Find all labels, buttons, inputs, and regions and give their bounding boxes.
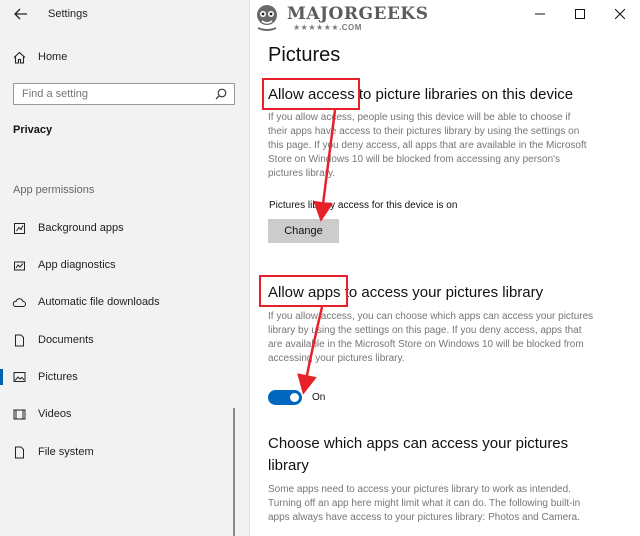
access-device-description: If you allow access, people using this d… — [268, 111, 628, 181]
description-line: Store on Windows 10 will be blocked from… — [268, 154, 561, 165]
logo-text: MAJORGEEKS — [287, 4, 429, 24]
device-access-status: Pictures library access for this device … — [269, 200, 458, 211]
annotation-highlight-box — [262, 78, 360, 110]
allow-apps-toggle[interactable] — [268, 390, 302, 405]
description-line: Some apps need to access your pictures l… — [268, 484, 571, 495]
videos-icon — [12, 407, 26, 421]
window-title: Settings — [48, 8, 88, 20]
sidebar-item-automatic-file-downloads[interactable]: Automatic file downloads — [0, 291, 249, 313]
minimize-icon — [535, 13, 545, 15]
app-diagnostics-icon — [12, 258, 26, 272]
sidebar-item-videos[interactable]: Videos — [0, 403, 249, 425]
search-box[interactable] — [13, 83, 235, 105]
sidebar-item-app-diagnostics[interactable]: App diagnostics — [0, 254, 249, 276]
close-button[interactable] — [600, 0, 640, 28]
maximize-icon — [575, 9, 585, 19]
group-label: App permissions — [13, 184, 95, 196]
file-system-icon — [12, 445, 26, 459]
minimize-button[interactable] — [520, 0, 560, 28]
home-icon — [12, 50, 26, 64]
toggle-state-label: On — [312, 392, 326, 403]
logo-subtext: ★★★★★★.COM — [293, 23, 362, 32]
document-icon — [12, 333, 26, 347]
back-button[interactable] — [10, 3, 32, 25]
sidebar-item-label: File system — [38, 446, 94, 458]
background-apps-icon — [12, 221, 26, 235]
title-bar: Settings — [0, 0, 249, 30]
description-line: library by using the settings on this pa… — [268, 325, 582, 336]
sidebar: Settings Home Privacy App permissions Ba… — [0, 0, 250, 536]
majorgeeks-logo-icon — [257, 5, 277, 31]
allow-apps-description: If you allow access, you can choose whic… — [268, 310, 628, 366]
section-heading: Privacy — [13, 124, 53, 136]
pictures-icon — [12, 370, 26, 384]
sidebar-item-label: Pictures — [38, 371, 78, 383]
choose-apps-heading-line1: Choose which apps can access your pictur… — [268, 435, 569, 452]
sidebar-item-documents[interactable]: Documents — [0, 329, 249, 351]
majorgeeks-logo: MAJORGEEKS ★★★★★★.COM — [253, 0, 428, 36]
close-icon — [615, 9, 625, 19]
sidebar-item-pictures[interactable]: Pictures — [0, 366, 249, 388]
description-line: pictures library. — [268, 168, 336, 179]
cloud-icon — [12, 295, 26, 309]
change-button[interactable]: Change — [268, 219, 339, 243]
sidebar-item-label: Videos — [38, 408, 72, 420]
description-line: If you allow access, people using this d… — [268, 112, 571, 123]
page-title: Pictures — [268, 44, 341, 66]
sidebar-item-label: Background apps — [38, 222, 124, 234]
description-line: accessing your pictures library. — [268, 353, 405, 364]
maximize-button[interactable] — [560, 0, 600, 28]
sidebar-item-file-system[interactable]: File system — [0, 441, 249, 463]
home-link[interactable]: Home — [12, 50, 67, 64]
choose-apps-description: Some apps need to access your pictures l… — [268, 483, 628, 525]
sidebar-item-background-apps[interactable]: Background apps — [0, 217, 249, 239]
description-line: are available in the Microsoft Store on … — [268, 339, 584, 350]
description-line: apps always have access to your pictures… — [268, 512, 580, 523]
home-label: Home — [38, 51, 68, 63]
description-line: this page. If you deny access, all apps … — [268, 140, 587, 151]
search-icon[interactable] — [214, 87, 228, 101]
sidebar-scrollbar[interactable] — [233, 408, 235, 536]
sidebar-item-label: App diagnostics — [38, 259, 116, 271]
annotation-highlight-box — [259, 275, 348, 307]
sidebar-item-label: Automatic file downloads — [38, 296, 160, 308]
description-line: their apps have access to their pictures… — [268, 126, 580, 137]
back-arrow-icon — [14, 8, 27, 20]
window-controls — [520, 0, 640, 30]
sidebar-item-label: Documents — [38, 334, 94, 346]
choose-apps-heading-line2: library — [268, 457, 309, 474]
description-line: Turning off an app here might limit what… — [268, 498, 581, 509]
search-input[interactable] — [14, 87, 214, 101]
description-line: If you allow access, you can choose whic… — [268, 311, 594, 322]
main-content: MAJORGEEKS ★★★★★★.COM Pictures Allow acc… — [250, 0, 640, 536]
